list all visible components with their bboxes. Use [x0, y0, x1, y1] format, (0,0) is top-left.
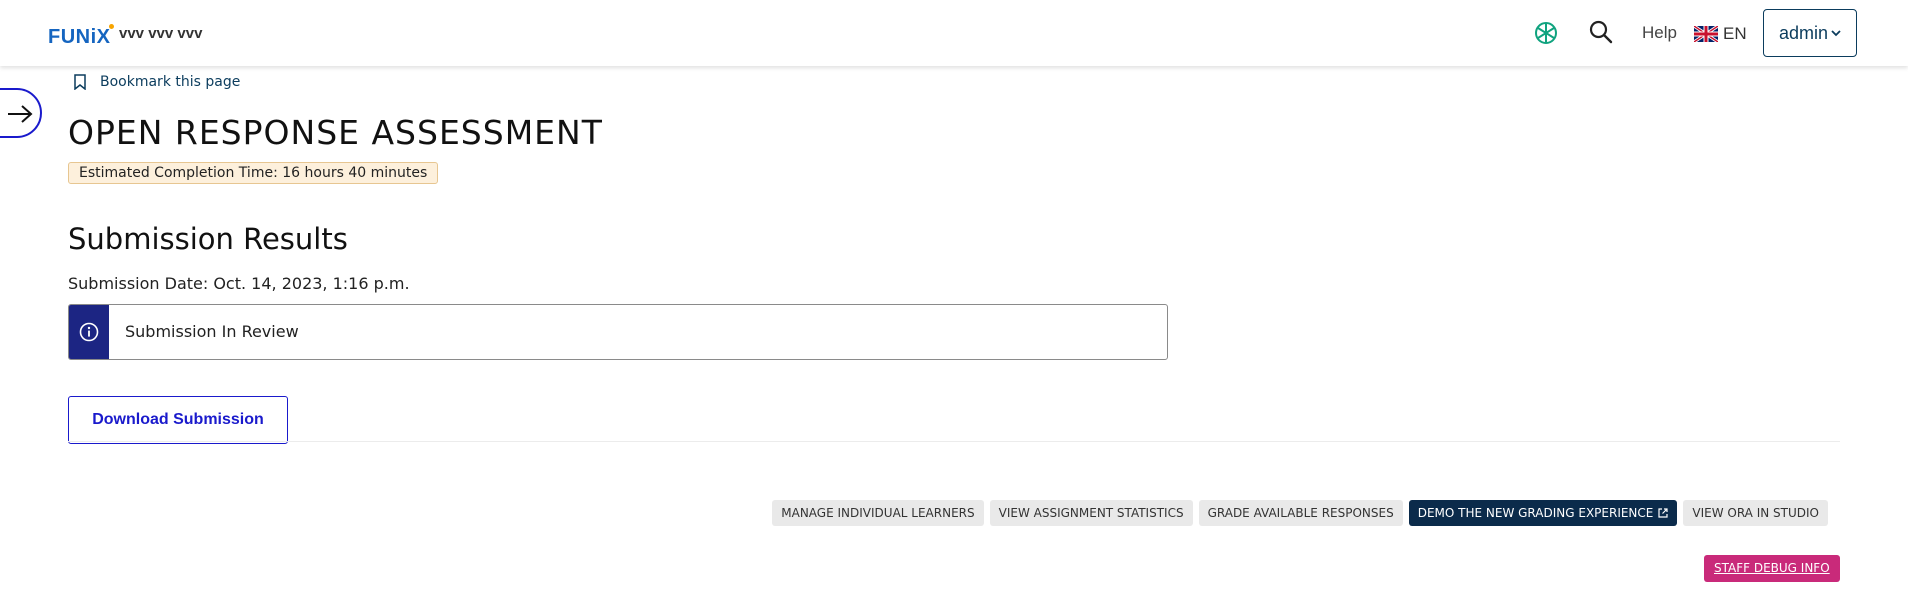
view-ora-in-studio-button[interactable]: VIEW ORA IN STUDIO	[1683, 500, 1828, 526]
submission-results-heading: Submission Results	[68, 222, 348, 256]
course-title: vvv vvv vvv	[119, 25, 203, 42]
help-link[interactable]: Help	[1642, 23, 1677, 43]
openai-icon[interactable]	[1532, 19, 1560, 47]
staff-tools-bar: MANAGE INDIVIDUAL LEARNERS VIEW ASSIGNME…	[772, 500, 1828, 526]
demo-new-grading-label: DEMO THE NEW GRADING EXPERIENCE	[1417, 506, 1654, 520]
status-icon-bar	[69, 305, 109, 359]
grade-available-responses-button[interactable]: GRADE AVAILABLE RESPONSES	[1198, 500, 1403, 526]
user-menu-button[interactable]: admin	[1763, 9, 1857, 57]
search-icon[interactable]	[1588, 19, 1614, 45]
uk-flag-icon	[1694, 26, 1718, 42]
demo-new-grading-button[interactable]: DEMO THE NEW GRADING EXPERIENCE	[1408, 500, 1678, 526]
info-icon	[79, 322, 99, 342]
chevron-down-icon	[1831, 30, 1841, 37]
submission-status-text: Submission In Review	[125, 322, 299, 341]
sidebar-toggle-button[interactable]	[0, 88, 42, 138]
submission-date: Submission Date: Oct. 14, 2023, 1:16 p.m…	[68, 274, 410, 293]
language-code: EN	[1723, 24, 1747, 43]
site-header: FUNiX vvv vvv vvv Help EN admin	[0, 0, 1908, 66]
funix-logo[interactable]: FUNiX	[48, 24, 114, 49]
bookmark-icon	[74, 74, 86, 90]
external-link-icon	[1658, 508, 1668, 518]
manage-individual-learners-button[interactable]: MANAGE INDIVIDUAL LEARNERS	[772, 500, 984, 526]
submission-status-alert: Submission In Review	[68, 304, 1168, 360]
arrow-right-icon	[8, 105, 33, 123]
bookmark-label: Bookmark this page	[100, 74, 241, 90]
logo-text: FUNiX	[48, 26, 111, 48]
download-submission-button[interactable]: Download Submission	[68, 396, 288, 444]
logo-dot	[109, 24, 114, 29]
view-assignment-statistics-button[interactable]: VIEW ASSIGNMENT STATISTICS	[989, 500, 1193, 526]
estimated-time-badge: Estimated Completion Time: 16 hours 40 m…	[68, 162, 439, 184]
staff-debug-info-button[interactable]: STAFF DEBUG INFO	[1704, 555, 1840, 582]
user-name: admin	[1778, 22, 1829, 43]
bookmark-button[interactable]: Bookmark this page	[74, 74, 240, 90]
language-selector[interactable]: EN	[1694, 24, 1747, 44]
unit-title: OPEN RESPONSE ASSESSMENT	[68, 113, 603, 152]
section-divider	[68, 441, 1840, 442]
